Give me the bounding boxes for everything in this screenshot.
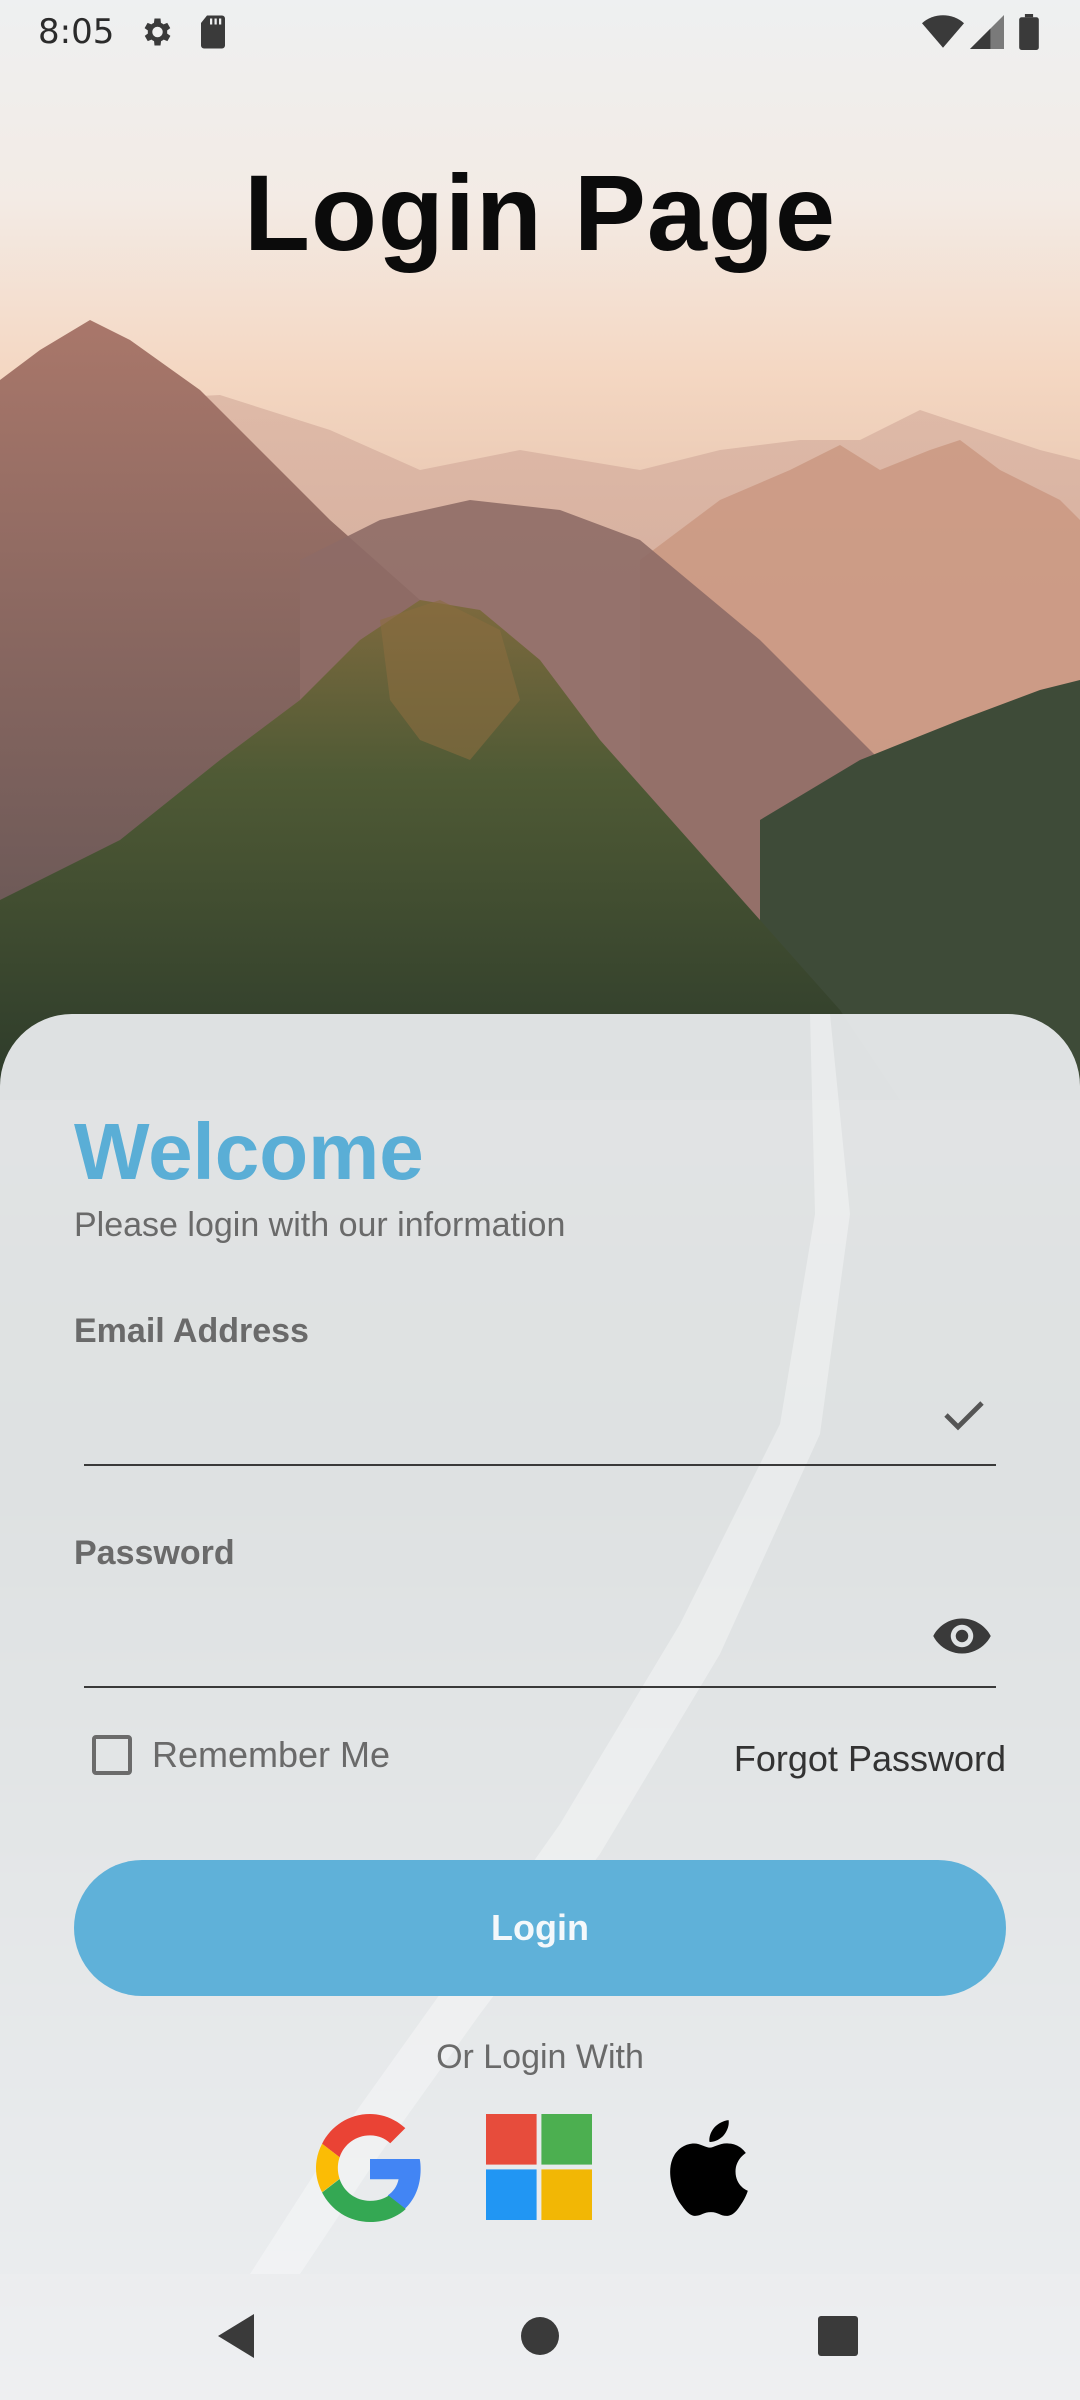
sd-card-icon <box>196 14 230 55</box>
navigation-bar <box>0 2274 1080 2400</box>
battery-icon <box>1018 14 1040 55</box>
login-card: Welcome Please login with our informatio… <box>0 1014 1080 2274</box>
email-label: Email Address <box>74 1312 309 1350</box>
home-icon[interactable] <box>520 2316 560 2361</box>
signal-icon <box>970 14 1004 55</box>
remember-me-checkbox[interactable] <box>92 1735 132 1775</box>
status-bar: 8:05 <box>0 0 1080 64</box>
or-login-with-label: Or Login With <box>436 2038 644 2076</box>
login-button[interactable]: Login <box>74 1860 1006 1996</box>
google-icon[interactable] <box>316 2114 424 2227</box>
remember-me[interactable]: Remember Me <box>92 1734 390 1776</box>
remember-me-label: Remember Me <box>152 1734 391 1775</box>
password-label: Password <box>74 1534 235 1572</box>
eye-icon[interactable] <box>932 1610 992 1667</box>
forgot-password-link[interactable]: Forgot Password <box>734 1738 1006 1780</box>
microsoft-icon[interactable] <box>486 2114 592 2225</box>
welcome-heading: Welcome <box>74 1107 424 1196</box>
email-field[interactable] <box>84 1394 996 1466</box>
recents-icon[interactable] <box>818 2316 858 2361</box>
gear-icon <box>138 14 174 55</box>
status-time: 8:05 <box>38 12 115 52</box>
check-icon <box>940 1390 988 1443</box>
apple-icon[interactable] <box>660 2114 752 2227</box>
wifi-icon <box>922 14 964 55</box>
back-icon[interactable] <box>218 2314 258 2363</box>
password-field[interactable] <box>84 1616 996 1688</box>
welcome-subtitle: Please login with our information <box>74 1206 566 1244</box>
page-title: Login Page <box>243 152 837 273</box>
